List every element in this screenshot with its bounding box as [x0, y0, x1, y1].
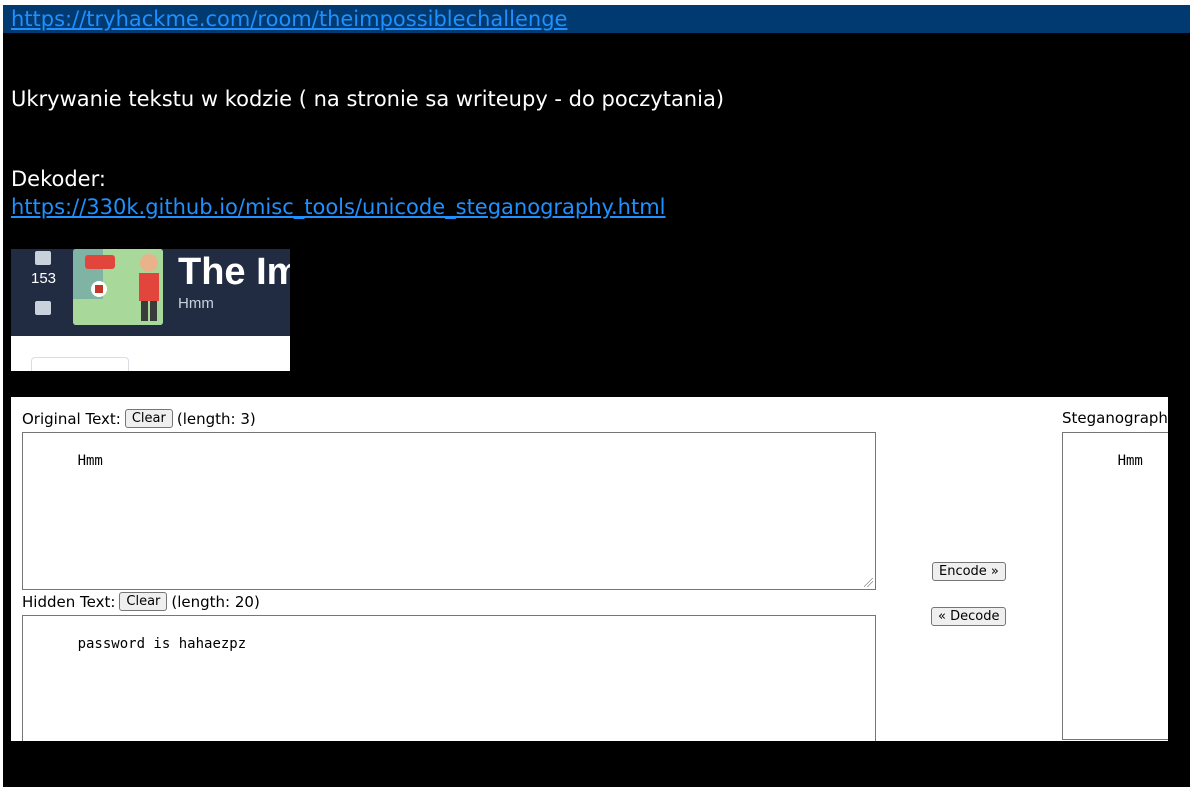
original-clear-button[interactable]: Clear — [124, 409, 173, 428]
hidden-text-row: Hidden Text: Clear (length: 20) — [22, 592, 260, 611]
stego-label-text: Steganograph — [1062, 409, 1168, 427]
stego-label: Steganograph — [1062, 409, 1168, 427]
original-text-label: Original Text: — [22, 409, 121, 428]
steganography-tool: Original Text: Clear (length: 3) Hmm Hid… — [11, 397, 1168, 741]
decoder-link[interactable]: https://330k.github.io/misc_tools/unicod… — [11, 195, 666, 219]
room-link[interactable]: https://tryhackme.com/room/theimpossible… — [11, 7, 567, 31]
stego-text-value: Hmm — [1117, 453, 1143, 469]
room-subtitle: Hmm — [178, 295, 214, 312]
hidden-clear-button[interactable]: Clear — [119, 592, 168, 611]
original-text-row: Original Text: Clear (length: 3) — [22, 409, 256, 428]
thumbs-down-icon — [35, 301, 51, 315]
hidden-text-area[interactable]: password is hahaezpz — [22, 615, 876, 741]
room-image — [73, 249, 163, 325]
hidden-text-value: password is hahaezpz — [77, 636, 247, 652]
original-text-area[interactable]: Hmm — [22, 432, 876, 590]
note-page: https://tryhackme.com/room/theimpossible… — [3, 5, 1190, 787]
decode-button[interactable]: « Decode — [931, 607, 1007, 626]
room-screenshot: 153 The Im Hmm — [11, 249, 290, 371]
decoder-label: Dekoder: — [11, 167, 106, 191]
room-header: 153 The Im Hmm — [11, 249, 290, 336]
original-length: (length: 3) — [176, 409, 256, 428]
room-tab — [31, 357, 129, 371]
room-title: The Im — [178, 251, 290, 293]
vote-count: 153 — [31, 270, 57, 287]
original-text-value: Hmm — [77, 453, 103, 469]
hidden-length: (length: 20) — [171, 592, 260, 611]
stego-text-area[interactable]: Hmm — [1062, 432, 1168, 740]
resize-grip-icon[interactable] — [864, 578, 873, 587]
encode-button[interactable]: Encode » — [932, 562, 1006, 581]
thumbs-up-icon — [35, 251, 51, 265]
hidden-text-label: Hidden Text: — [22, 592, 116, 611]
note-line: Ukrywanie tekstu w kodzie ( na stronie s… — [11, 87, 725, 111]
